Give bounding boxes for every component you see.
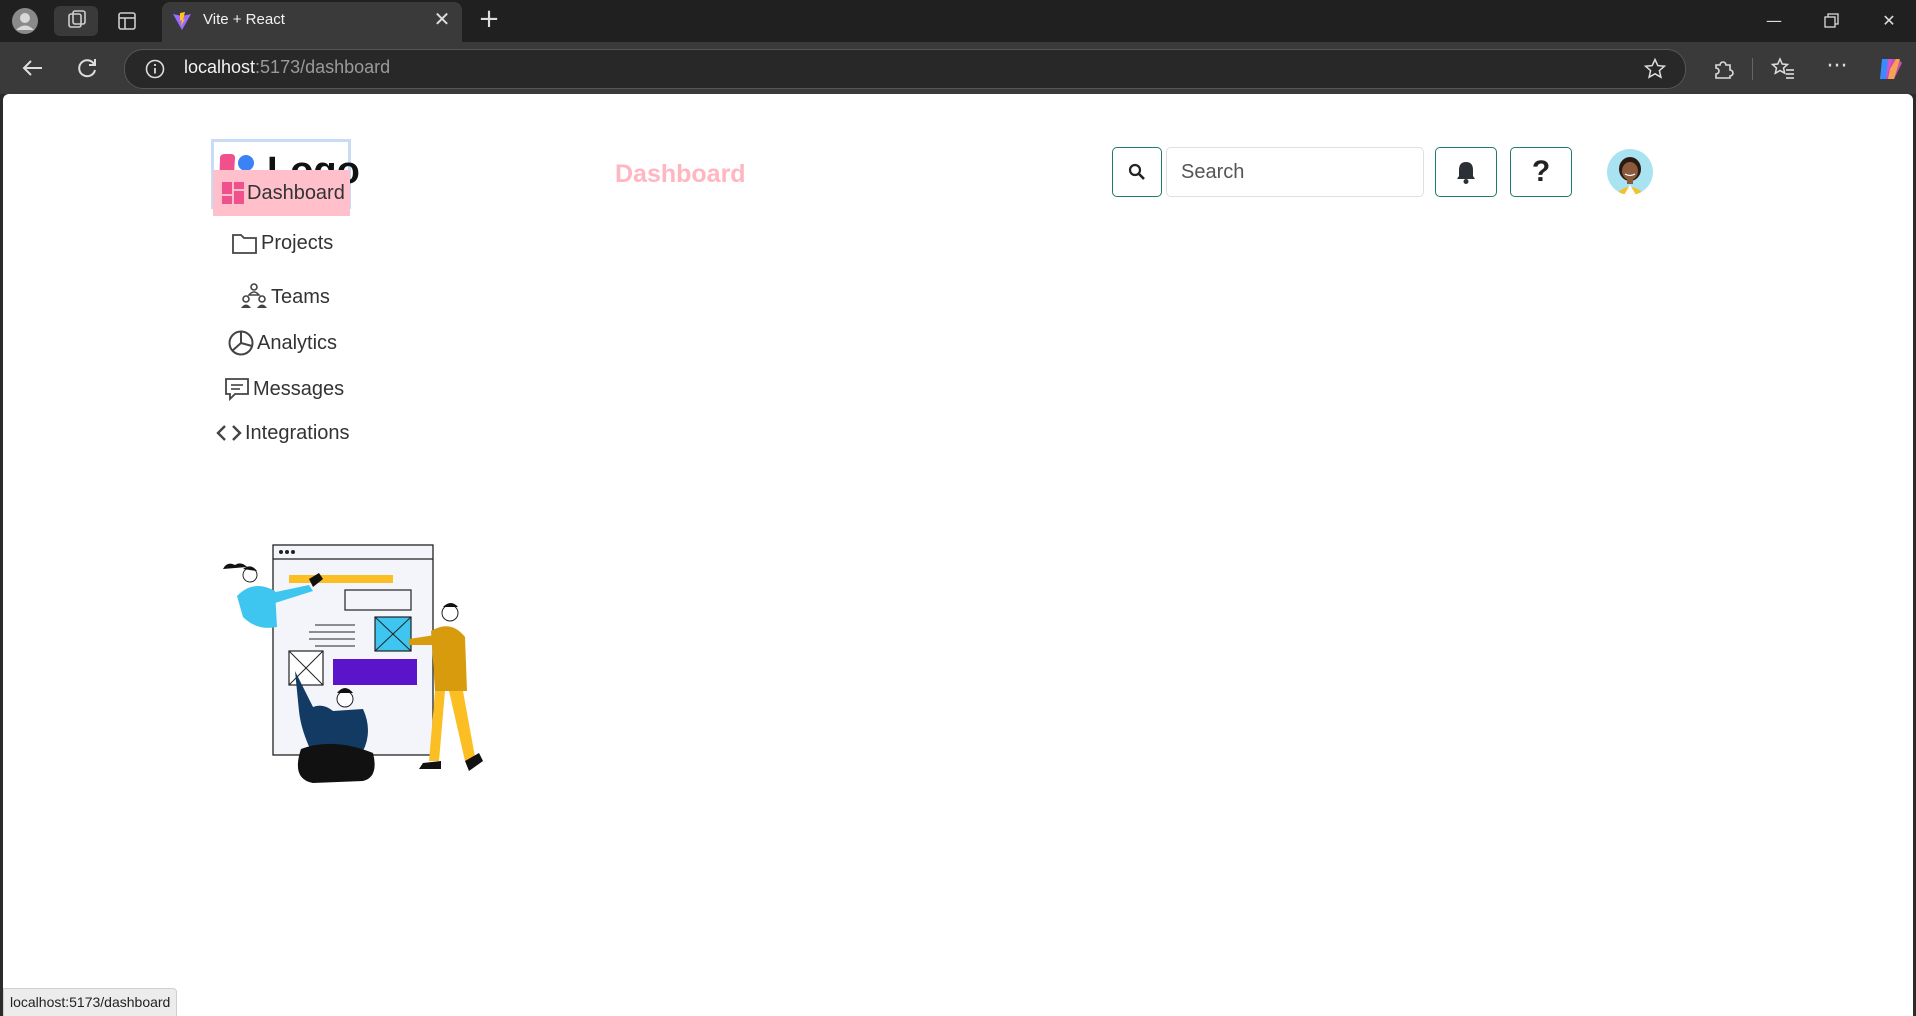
pie-chart-icon: [227, 329, 255, 357]
teams-icon: [239, 282, 269, 312]
refresh-icon[interactable]: [72, 53, 102, 83]
folder-icon: [231, 230, 259, 256]
restore-icon[interactable]: [1818, 8, 1844, 34]
close-window-icon[interactable]: ✕: [1876, 8, 1902, 34]
sidebar-item-label: Integrations: [245, 421, 350, 444]
notifications-button[interactable]: [1435, 147, 1497, 197]
page-viewport: Logo Dashboard Projects Teams Analytics …: [3, 94, 1913, 1016]
close-tab-icon[interactable]: ✕: [431, 8, 453, 30]
help-button[interactable]: ?: [1510, 147, 1572, 197]
divider: [1752, 58, 1753, 80]
sidebar-item-messages[interactable]: Messages: [223, 366, 344, 412]
dashboard-icon: [221, 180, 245, 206]
sidebar-item-label: Teams: [271, 285, 330, 308]
team-illustration: [213, 541, 493, 791]
new-tab-icon[interactable]: +: [476, 6, 502, 32]
minimize-icon[interactable]: —: [1761, 8, 1787, 34]
profile-icon[interactable]: [12, 8, 38, 34]
help-icon: ?: [1531, 155, 1551, 188]
search-button[interactable]: [1112, 147, 1162, 197]
sidebar-item-label: Projects: [261, 231, 334, 254]
code-icon: [215, 421, 243, 445]
sidebar-item-integrations[interactable]: Integrations: [215, 410, 350, 456]
site-info-icon[interactable]: [144, 58, 166, 80]
url-text[interactable]: localhost:5173/dashboard: [184, 57, 390, 78]
message-icon: [223, 375, 251, 403]
search-icon: [1127, 162, 1147, 182]
copilot-icon[interactable]: [1876, 55, 1904, 83]
url-path: :5173/dashboard: [255, 57, 391, 77]
sidebar-item-label: Analytics: [257, 331, 338, 354]
more-options-icon[interactable]: ···: [1824, 56, 1850, 82]
page-title: Dashboard: [615, 160, 746, 188]
sidebar-item-label: Messages: [253, 377, 345, 400]
favorites-icon[interactable]: [1770, 56, 1796, 82]
sidebar-item-teams[interactable]: Teams: [239, 274, 330, 320]
sidebar-item-dashboard[interactable]: Dashboard: [213, 170, 350, 216]
workspaces-icon[interactable]: [54, 6, 98, 36]
favorite-star-icon[interactable]: [1643, 57, 1667, 81]
tab-actions-icon[interactable]: [116, 10, 138, 32]
sidebar-item-projects[interactable]: Projects: [231, 220, 333, 266]
back-icon[interactable]: [18, 53, 48, 83]
vite-logo-icon: [172, 11, 192, 31]
url-host: localhost: [184, 57, 256, 77]
bell-icon: [1453, 159, 1479, 185]
sidebar-item-label: Dashboard: [247, 181, 345, 204]
extensions-icon[interactable]: [1710, 56, 1736, 82]
search-input[interactable]: [1166, 147, 1424, 197]
avatar[interactable]: [1607, 149, 1653, 195]
sidebar-item-analytics[interactable]: Analytics: [227, 320, 337, 366]
tab-title: Vite + React: [203, 11, 285, 28]
status-bar-url: localhost:5173/dashboard: [3, 988, 178, 1016]
